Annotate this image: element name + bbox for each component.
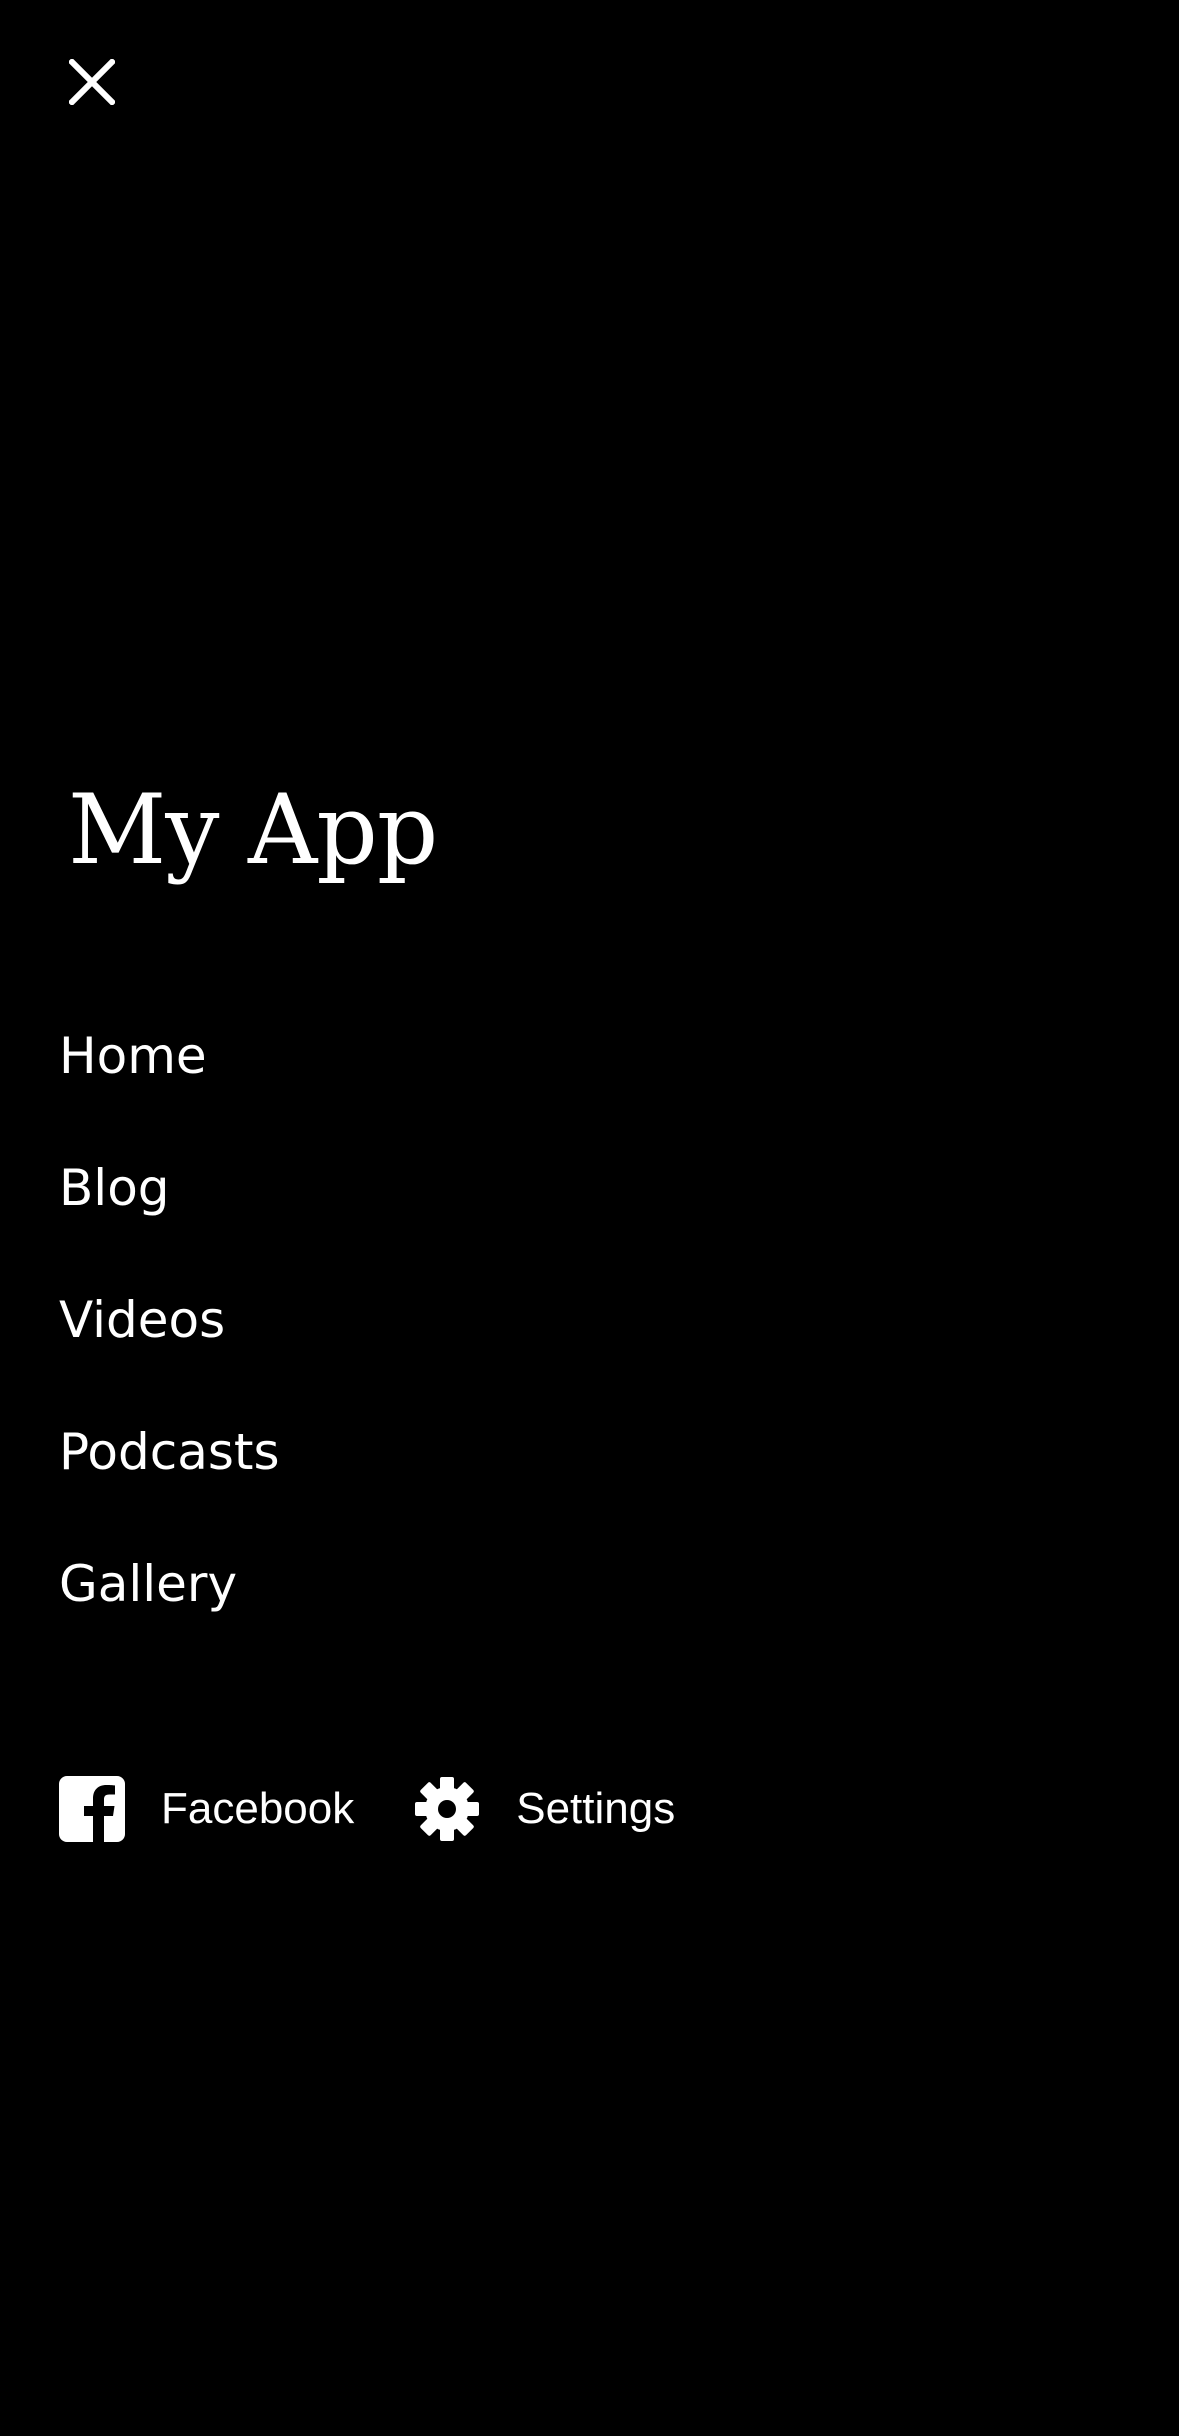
close-button[interactable] [60,50,124,114]
nav-item-gallery[interactable]: Gallery [59,1518,280,1650]
nav-item-blog[interactable]: Blog [59,1122,280,1254]
settings-link[interactable]: Settings [414,1776,675,1842]
nav-item-podcasts[interactable]: Podcasts [59,1386,280,1518]
facebook-label: Facebook [161,1784,355,1833]
app-title: My App [68,774,438,886]
settings-label: Settings [516,1784,676,1833]
nav-menu: Home Blog Videos Podcasts Gallery [59,990,280,1650]
facebook-icon [59,1776,125,1842]
nav-item-videos[interactable]: Videos [59,1254,280,1386]
facebook-link[interactable]: Facebook [59,1776,354,1842]
nav-item-home[interactable]: Home [59,990,280,1122]
footer-links: Facebook Settings [59,1776,675,1842]
close-icon [69,59,115,105]
gear-icon [414,1776,480,1842]
